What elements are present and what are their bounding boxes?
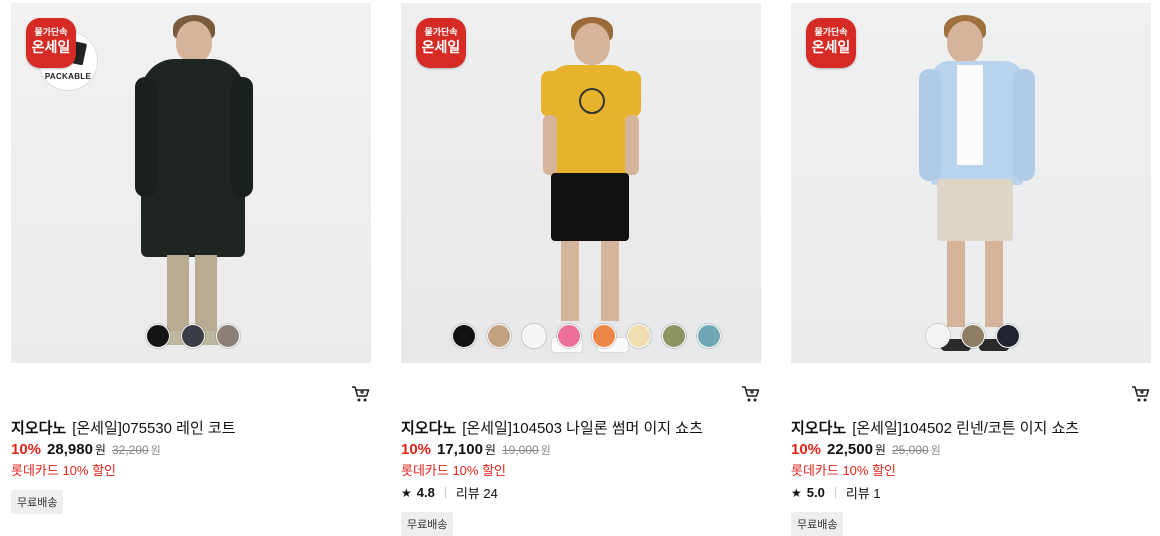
free-shipping-tag: 무료배송 bbox=[401, 512, 454, 536]
brand-name: 지오다노 bbox=[401, 420, 457, 437]
color-swatch[interactable] bbox=[592, 324, 616, 348]
star-icon: ★ bbox=[791, 485, 802, 500]
price-row: 10% 17,100 원 19,000 원 bbox=[401, 441, 551, 458]
color-swatches bbox=[926, 324, 1020, 348]
original-price: 19,000 bbox=[501, 443, 539, 457]
product-image[interactable]: 물가단속 온세일 bbox=[401, 3, 761, 363]
product-name: [온세일]104503 나일론 썸머 이지 쇼츠 bbox=[462, 420, 703, 437]
color-swatch[interactable] bbox=[452, 324, 476, 348]
rating-score: 4.8 bbox=[416, 485, 435, 500]
cart-icon[interactable] bbox=[741, 385, 761, 403]
original-price: 25,000 bbox=[891, 443, 929, 457]
product-image[interactable]: 물가단속 온세일 PACKABLE bbox=[11, 3, 371, 363]
brand-name: 지오다노 bbox=[11, 420, 67, 437]
free-shipping-tag: 무료배송 bbox=[11, 490, 64, 514]
rating-score: 5.0 bbox=[806, 485, 825, 500]
product-title[interactable]: 지오다노 [온세일]075530 레인 코트 bbox=[11, 417, 236, 438]
card-benefit: 롯데카드 10% 할인 bbox=[11, 463, 117, 478]
color-swatch[interactable] bbox=[146, 324, 170, 348]
rating-row: ★ 5.0 리뷰 1 bbox=[791, 483, 881, 502]
color-swatch[interactable] bbox=[926, 324, 950, 348]
sale-badge: 물가단속 온세일 bbox=[806, 18, 856, 68]
color-swatch[interactable] bbox=[181, 324, 205, 348]
product-card[interactable]: 물가단속 온세일 PACKABLE 지오다노 [온세일]075530 레인 코트… bbox=[11, 3, 371, 514]
color-swatch[interactable] bbox=[216, 324, 240, 348]
color-swatch[interactable] bbox=[996, 324, 1020, 348]
card-benefit: 롯데카드 10% 할인 bbox=[401, 463, 507, 478]
divider bbox=[834, 487, 836, 498]
review-count[interactable]: 리뷰 24 bbox=[456, 483, 498, 502]
product-image[interactable]: 물가단속 온세일 bbox=[791, 3, 1151, 363]
rating-row: ★ 4.8 리뷰 24 bbox=[401, 483, 498, 502]
product-card[interactable]: 물가단속 온세일 지오다노 [온세일]104503 나일론 썸머 이지 쇼츠 1… bbox=[401, 3, 761, 536]
color-swatch[interactable] bbox=[961, 324, 985, 348]
sale-badge: 물가단속 온세일 bbox=[416, 18, 466, 68]
discount-rate: 10% bbox=[11, 441, 42, 458]
color-swatch[interactable] bbox=[662, 324, 686, 348]
color-swatch[interactable] bbox=[697, 324, 721, 348]
sale-price: 17,100 bbox=[437, 441, 483, 458]
color-swatches bbox=[452, 324, 721, 348]
discount-rate: 10% bbox=[401, 441, 432, 458]
color-swatch[interactable] bbox=[487, 324, 511, 348]
product-card[interactable]: 물가단속 온세일 지오다노 [온세일]104502 린넨/코튼 이지 쇼츠 10… bbox=[791, 3, 1151, 536]
product-title[interactable]: 지오다노 [온세일]104503 나일론 썸머 이지 쇼츠 bbox=[401, 417, 703, 438]
discount-rate: 10% bbox=[791, 441, 822, 458]
price-row: 10% 28,980 원 32,200 원 bbox=[11, 441, 161, 458]
color-swatch[interactable] bbox=[522, 324, 546, 348]
original-price: 32,200 bbox=[111, 443, 149, 457]
sale-price: 22,500 bbox=[827, 441, 873, 458]
product-title[interactable]: 지오다노 [온세일]104502 린넨/코튼 이지 쇼츠 bbox=[791, 417, 1079, 438]
color-swatch[interactable] bbox=[557, 324, 581, 348]
free-shipping-tag: 무료배송 bbox=[791, 512, 844, 536]
price-row: 10% 22,500 원 25,000 원 bbox=[791, 441, 941, 458]
color-swatch[interactable] bbox=[627, 324, 651, 348]
product-name: [온세일]075530 레인 코트 bbox=[72, 420, 236, 437]
cart-icon[interactable] bbox=[1131, 385, 1151, 403]
product-name: [온세일]104502 린넨/코튼 이지 쇼츠 bbox=[852, 420, 1080, 437]
review-count[interactable]: 리뷰 1 bbox=[846, 483, 881, 502]
cart-icon[interactable] bbox=[351, 385, 371, 403]
sale-badge: 물가단속 온세일 bbox=[26, 18, 76, 68]
brand-name: 지오다노 bbox=[791, 420, 847, 437]
card-benefit: 롯데카드 10% 할인 bbox=[791, 463, 897, 478]
star-icon: ★ bbox=[401, 485, 412, 500]
color-swatches bbox=[146, 324, 240, 348]
product-grid: 물가단속 온세일 PACKABLE 지오다노 [온세일]075530 레인 코트… bbox=[0, 0, 1160, 536]
sale-price: 28,980 bbox=[47, 441, 93, 458]
divider bbox=[444, 487, 446, 498]
